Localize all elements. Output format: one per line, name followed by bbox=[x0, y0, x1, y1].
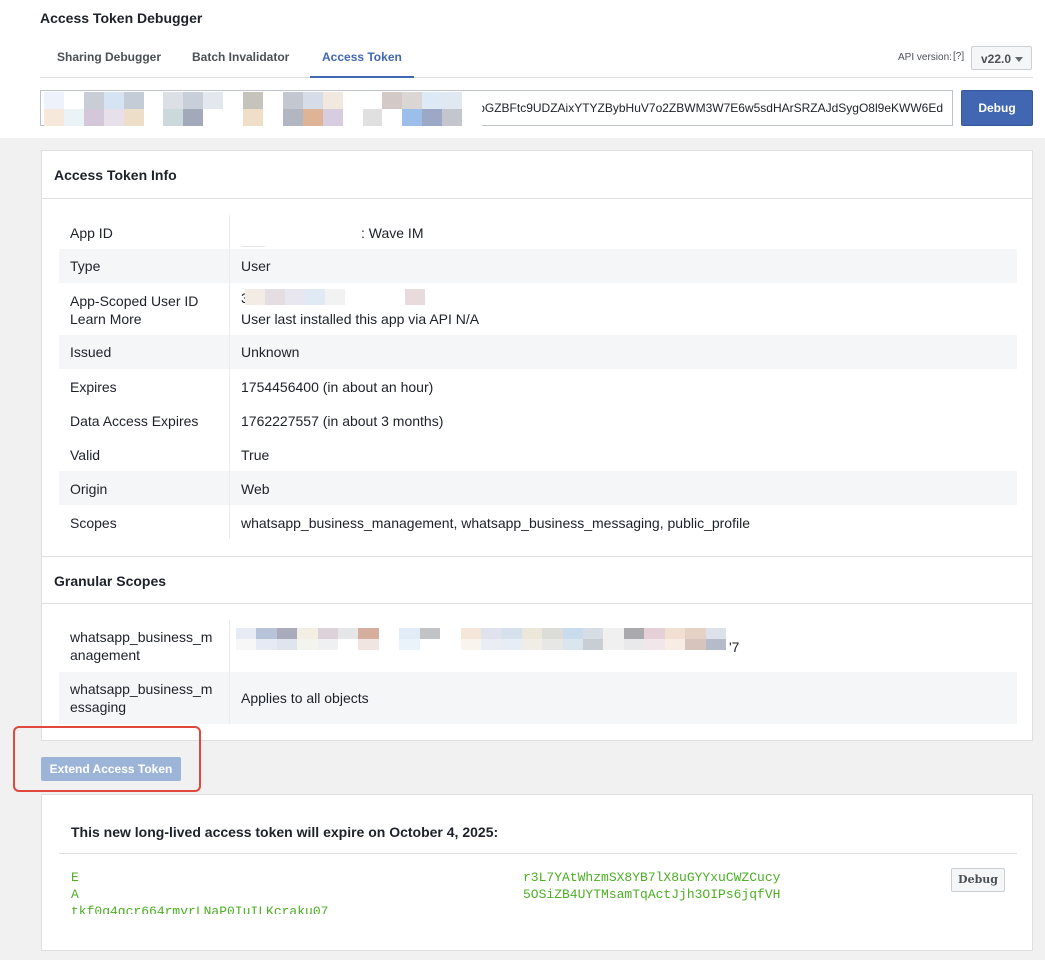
info-row-app-scoped-user-id: App-Scoped User ID Learn More 3 User las… bbox=[59, 283, 1017, 335]
info-key: App ID bbox=[70, 225, 113, 241]
granular-key-line1: whatsapp_business_m bbox=[70, 629, 213, 645]
info-row-valid: Valid True bbox=[59, 437, 1017, 471]
info-row-expires: Expires 1754456400 (in about an hour) bbox=[59, 369, 1017, 403]
granular-scopes-header: Granular Scopes bbox=[42, 556, 1032, 604]
chevron-down-icon bbox=[1015, 57, 1023, 62]
long-lived-token-card: This new long-lived access token will ex… bbox=[41, 794, 1033, 951]
granular-value-tail: '7 bbox=[729, 639, 740, 655]
api-version-label: API version: bbox=[898, 52, 952, 63]
tab-access-token[interactable]: Access Token bbox=[310, 50, 414, 78]
info-value-expires: 1754456400 (in about an hour) bbox=[241, 379, 434, 395]
divider bbox=[59, 853, 1017, 854]
info-value-type: User bbox=[241, 258, 271, 274]
redaction-mosaic bbox=[236, 628, 726, 650]
info-key: Valid bbox=[70, 447, 101, 463]
token-line-1-end: r3L7YAtWhzmSX8YB7lX8uGYYxuCWZCucy bbox=[523, 870, 781, 885]
info-row-scopes: Scopes whatsapp_business_management, wha… bbox=[59, 505, 1017, 539]
info-value-issued: Unknown bbox=[241, 344, 300, 360]
granular-key-line2: anagement bbox=[70, 647, 141, 663]
info-value-data-access-expires: 1762227557 (in about 3 months) bbox=[241, 413, 444, 429]
info-row-data-access-expires: Data Access Expires 1762227557 (in about… bbox=[59, 403, 1017, 437]
granular-key-line1: whatsapp_business_m bbox=[70, 681, 213, 697]
token-line-1-start: E bbox=[71, 870, 79, 885]
info-row-app-id: App ID : Wave IM bbox=[59, 215, 1017, 249]
api-version-value: v22.0 bbox=[981, 52, 1012, 66]
access-token-info-header: Access Token Info bbox=[42, 151, 1032, 199]
tab-batch-invalidator[interactable]: Batch Invalidator bbox=[192, 50, 289, 78]
access-token-value: oGZBFtc9UDZAixYTYZBybHuV7o2ZBWM3W7E6w5sd… bbox=[478, 101, 943, 115]
info-row-type: Type User bbox=[59, 249, 1017, 283]
info-row-issued: Issued Unknown bbox=[59, 335, 1017, 369]
info-key: App-Scoped User ID bbox=[70, 293, 199, 309]
expiry-text: This new long-lived access token will ex… bbox=[71, 824, 499, 840]
highlight-annotation bbox=[13, 726, 201, 792]
granular-value-messaging: Applies to all objects bbox=[241, 690, 369, 706]
tab-bar: Sharing Debugger Batch Invalidator Acces… bbox=[40, 40, 1033, 78]
install-note: User last installed this app via API N/A bbox=[241, 311, 480, 327]
info-value-origin: Web bbox=[241, 481, 270, 497]
redaction-mosaic bbox=[44, 92, 482, 126]
api-version-help-link[interactable]: [?] bbox=[953, 51, 964, 62]
token-line-3: tkf0g4gcr664rmvrLNaP0IuILKcraku07 bbox=[71, 904, 329, 914]
granular-key-line2: essaging bbox=[70, 699, 127, 715]
granular-row-management: whatsapp_business_m anagement '7 bbox=[59, 620, 1017, 672]
info-key: Data Access Expires bbox=[70, 413, 199, 429]
scopes-links[interactable]: whatsapp_business_management, whatsapp_b… bbox=[241, 515, 750, 531]
app-name-link[interactable]: : Wave IM bbox=[361, 225, 424, 241]
info-key: Issued bbox=[70, 344, 112, 360]
info-key: Expires bbox=[70, 379, 117, 395]
top-bar: Access Token Debugger Sharing Debugger B… bbox=[0, 0, 1045, 138]
api-version-select[interactable]: v22.0 bbox=[971, 46, 1032, 70]
info-value-valid: True bbox=[241, 447, 270, 463]
learn-more-link[interactable]: Learn More bbox=[70, 311, 142, 327]
redaction-mosaic bbox=[245, 289, 425, 305]
info-key: Scopes bbox=[70, 515, 117, 531]
tab-sharing-debugger[interactable]: Sharing Debugger bbox=[57, 50, 161, 78]
granular-row-messaging: whatsapp_business_m essaging Applies to … bbox=[59, 672, 1017, 724]
debug-button[interactable]: Debug bbox=[961, 90, 1033, 126]
access-token-info-card: Access Token Info App ID : Wave IM Type … bbox=[41, 150, 1033, 741]
page-title: Access Token Debugger bbox=[40, 10, 203, 26]
info-row-origin: Origin Web bbox=[59, 471, 1017, 505]
redacted-app-id bbox=[241, 246, 265, 247]
token-line-2-end: 5OSiZB4UYTMsamTqActJjh3OIPs6jqfVH bbox=[523, 887, 781, 902]
debug-new-token-button[interactable]: Debug bbox=[951, 868, 1005, 892]
info-key: Type bbox=[70, 258, 101, 274]
token-line-2-start: A bbox=[71, 887, 79, 902]
info-key: Origin bbox=[70, 481, 108, 497]
